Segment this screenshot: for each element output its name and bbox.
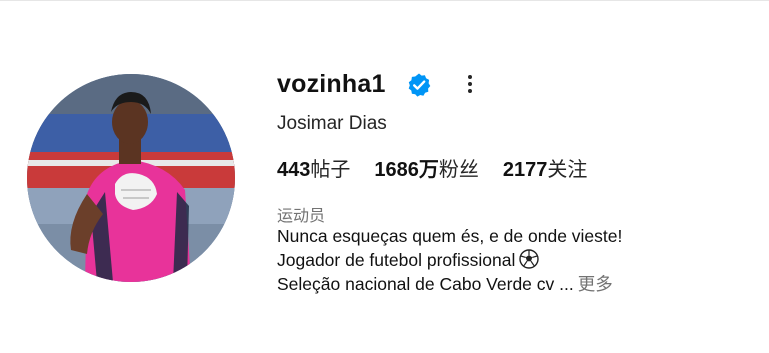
followers-label: 粉丝 [438, 159, 479, 181]
followers-count[interactable]: 1686万粉丝 [374, 153, 479, 182]
profile-category: 运动员 [277, 208, 326, 225]
bio-line-3-wrap: Seleção nacional de Cabo Verde cv ... 更多 [277, 272, 622, 296]
full-name: Josimar Dias [277, 113, 387, 134]
following-value: 2177 [502, 159, 548, 181]
bio-line-1: Nunca esqueças quem és, e de onde vieste… [277, 226, 623, 246]
posts-label: 帖子 [310, 159, 351, 181]
profile-avatar[interactable] [27, 74, 235, 282]
header-divider [0, 0, 769, 1]
followers-value: 1686万 [374, 159, 439, 181]
bio-line-2: Jogador de futebol profissional [277, 250, 516, 270]
profile-stats: 443帖子 1686万粉丝 2177关注 [277, 153, 587, 182]
posts-count[interactable]: 443帖子 [277, 153, 350, 182]
avatar-photo [27, 74, 235, 282]
username: vozinha1 [277, 70, 386, 98]
following-count[interactable]: 2177关注 [503, 153, 588, 182]
profile-bio: Nunca esqueças quem és, e de onde vieste… [277, 224, 622, 296]
bio-line-2-wrap: Jogador de futebol profissional [277, 248, 622, 272]
bio-line-3: Seleção nacional de Cabo Verde cv ... [277, 274, 574, 294]
soccer-ball-icon [519, 249, 540, 269]
more-options-icon[interactable] [458, 72, 482, 96]
bio-more-link[interactable]: 更多 [578, 274, 613, 294]
verified-badge-icon [408, 73, 431, 97]
posts-value: 443 [277, 159, 311, 181]
following-label: 关注 [547, 159, 588, 181]
